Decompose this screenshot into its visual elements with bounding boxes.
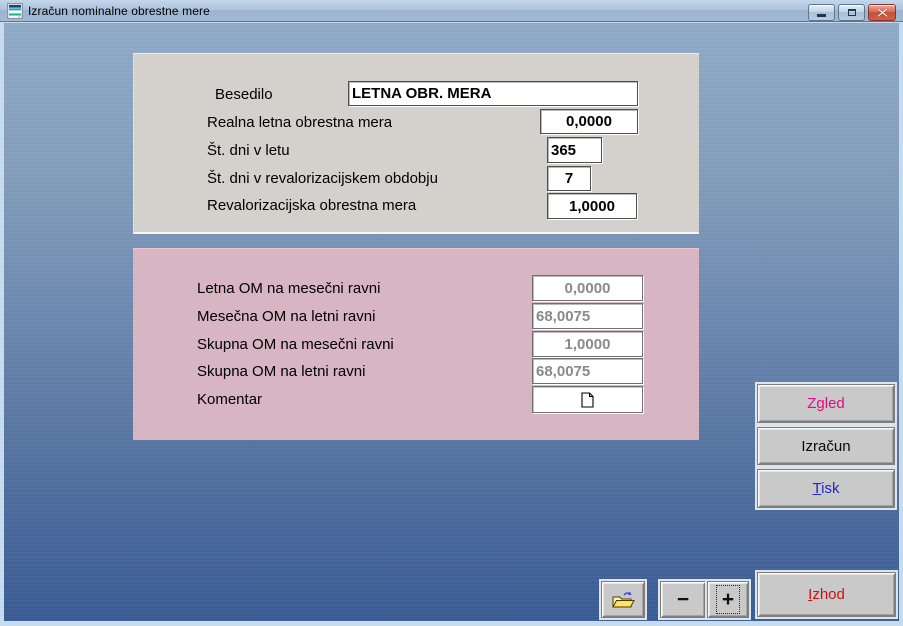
zgled-button-label: Zgled [807, 395, 845, 412]
realna-om-input[interactable] [540, 109, 638, 134]
besedilo-input[interactable] [348, 81, 638, 106]
close-icon [877, 8, 888, 17]
label-skupna-om-letna: Skupna OM na letni ravni [197, 363, 365, 380]
izhod-button-label: Izhod [808, 586, 845, 603]
minus-icon: − [677, 589, 689, 610]
label-skupna-om-mesecna: Skupna OM na mesečni ravni [197, 336, 394, 353]
revalorizacijska-om-input[interactable] [547, 193, 637, 219]
label-dni-revalorizacija: Št. dni v revalorizacijskem obdobju [207, 170, 438, 187]
dni-revalorizacija-input[interactable] [547, 166, 591, 191]
app-window: Izračun nominalne obrestne mere Besedilo… [0, 0, 903, 626]
komentar-field[interactable] [532, 386, 643, 413]
tisk-button[interactable]: Tisk [757, 469, 895, 508]
label-mesecna-om-letna: Mesečna OM na letni ravni [197, 308, 375, 325]
tisk-button-label: Tisk [813, 480, 840, 497]
skupna-om-letna-output[interactable] [532, 358, 643, 384]
label-letna-om-mesecna: Letna OM na mesečni ravni [197, 280, 380, 297]
skupna-om-mesecna-output[interactable] [532, 331, 643, 357]
result-panel: Letna OM na mesečni ravni Mesečna OM na … [133, 248, 699, 440]
minimize-icon [817, 14, 826, 17]
window-title: Izračun nominalne obrestne mere [28, 4, 210, 18]
label-besedilo: Besedilo [215, 86, 273, 103]
letna-om-mesecna-output[interactable] [532, 275, 643, 301]
dni-v-letu-input[interactable] [547, 137, 602, 163]
label-realna-om: Realna letna obrestna mera [207, 114, 392, 131]
label-komentar: Komentar [197, 391, 262, 408]
document-icon [581, 392, 594, 408]
app-icon [7, 3, 23, 19]
zgled-button[interactable]: Zgled [757, 384, 895, 423]
client-area: Besedilo Realna letna obrestna mera Št. … [4, 23, 899, 621]
restore-button[interactable] [838, 4, 865, 21]
titlebar[interactable]: Izračun nominalne obrestne mere [0, 0, 903, 22]
izhod-button[interactable]: Izhod [757, 572, 896, 617]
minimize-button[interactable] [808, 4, 835, 21]
focus-rectangle: + [716, 585, 740, 614]
plus-icon: + [722, 589, 734, 610]
input-panel: Besedilo Realna letna obrestna mera Št. … [133, 53, 699, 234]
increment-button[interactable]: + [707, 581, 749, 618]
izracun-button[interactable]: Izračun [757, 427, 895, 465]
decrement-button[interactable]: − [660, 581, 706, 618]
restore-icon [848, 9, 856, 16]
label-dni-v-letu: Št. dni v letu [207, 142, 290, 159]
label-revalorizacijska-om: Revalorizacijska obrestna mera [207, 197, 416, 214]
mesecna-om-letna-output[interactable] [532, 303, 643, 329]
izracun-button-label: Izračun [801, 438, 850, 455]
open-folder-icon [611, 590, 635, 609]
open-button[interactable] [601, 581, 645, 618]
close-button[interactable] [868, 4, 896, 21]
